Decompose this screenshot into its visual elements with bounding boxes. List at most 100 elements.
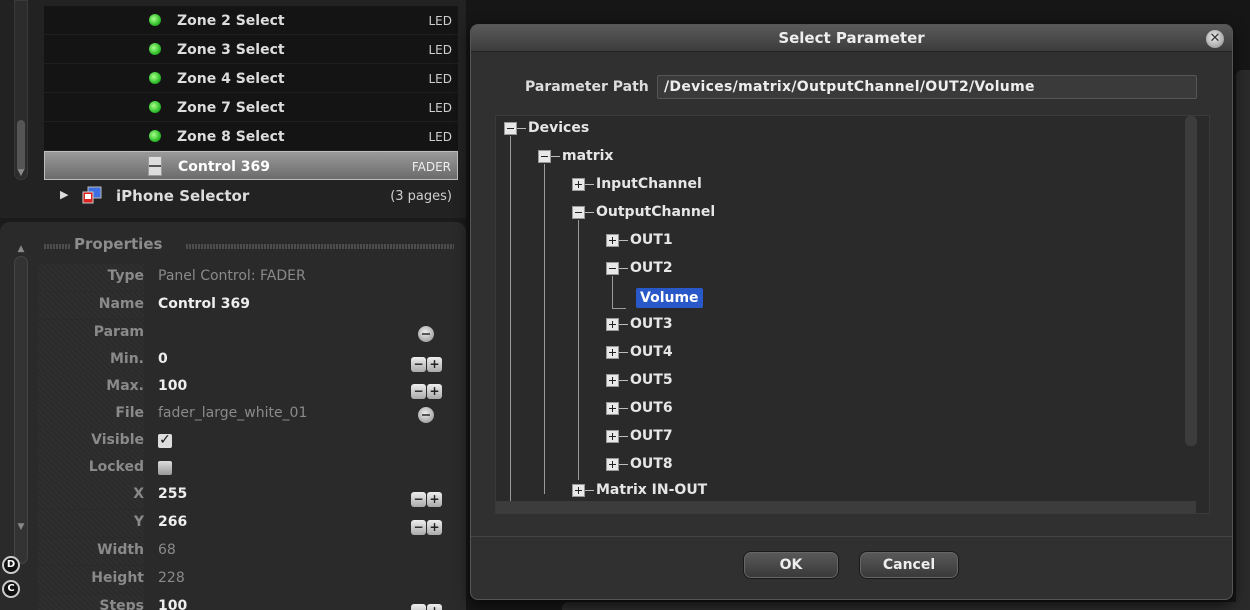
control-list-scroll-thumb[interactable] [17,120,25,172]
tree-node-label: matrix [562,148,614,164]
page-count: (3 pages) [390,189,452,204]
tree-node-label: OUT2 [630,260,673,276]
control-label: Zone 8 Select [177,129,285,145]
tree-node-label: Devices [528,120,590,136]
ok-button[interactable]: OK [743,551,839,579]
dialog-titlebar[interactable]: Select Parameter ✕ [471,25,1232,52]
expand-icon[interactable] [572,178,585,191]
expand-icon[interactable] [606,346,619,359]
expand-icon[interactable] [606,374,619,387]
max-stepper: − + [410,380,444,399]
prop-key: Y [133,514,144,530]
visible-checkbox[interactable]: ✓ [158,433,172,448]
tree-node-label: OutputChannel [596,204,716,220]
page-label: iPhone Selector [116,187,250,205]
decrement-button[interactable]: − [411,604,426,610]
prop-value-steps[interactable]: 100 [158,598,187,610]
increment-button[interactable]: + [427,604,442,610]
decrement-button[interactable]: − [411,520,426,535]
prop-value-x[interactable]: 255 [158,486,187,502]
prop-value-y[interactable]: 266 [158,514,187,530]
collapse-icon[interactable] [538,150,551,163]
led-icon [149,72,161,84]
tree-horizontal-scrollbar[interactable] [496,501,1196,513]
collapse-icon[interactable] [606,262,619,275]
prop-value-name[interactable]: Control 369 [158,296,250,312]
prop-row-min: Min. 0 − + [38,347,458,374]
expand-icon[interactable] [606,458,619,471]
increment-button[interactable]: + [427,357,442,372]
close-icon[interactable]: ✕ [1206,30,1224,48]
steps-stepper: −+ [410,600,444,610]
locked-checkbox[interactable] [158,461,172,475]
tree-node-label: OUT4 [630,344,673,360]
control-label: Zone 3 Select [177,42,285,58]
prop-key: Name [98,296,144,312]
prop-value-min[interactable]: 0 [158,351,168,367]
prop-row-max: Max. 100 − + [38,374,458,401]
parameter-path-field[interactable]: /Devices/matrix/OutputChannel/OUT2/Volum… [657,75,1197,99]
tree-vertical-scrollbar[interactable] [1185,116,1197,446]
expand-triangle-icon[interactable]: ▶ [60,188,68,201]
decrement-button[interactable]: − [411,357,426,372]
tree-node-label: OUT1 [630,232,673,248]
page-row-iphone-selector[interactable]: ▶ iPhone Selector (3 pages) [60,182,458,210]
y-stepper: − + [410,516,444,535]
control-type: LED [428,101,452,115]
prop-row-param: Param [38,320,458,347]
c-badge-icon[interactable]: C [2,580,20,598]
increment-button[interactable]: + [427,520,442,535]
prop-row-visible: Visible ✓ [38,428,458,455]
scroll-up-arrow-icon[interactable]: ▲ [14,244,28,254]
panel-grip [186,244,454,249]
prop-key: Visible [91,432,144,448]
prop-key: Param [93,324,144,340]
control-row-zone-8-select[interactable]: Zone 8 Select LED [44,122,458,151]
control-list-panel: ▼ Zone 2 Select LED Zone 3 Select LED Zo… [0,0,466,218]
properties-scrollbar[interactable] [14,256,28,564]
prop-row-height: Height 228 [38,566,458,593]
control-row-zone-2-select[interactable]: Zone 2 Select LED [44,6,458,35]
expand-icon[interactable] [606,318,619,331]
expand-icon[interactable] [606,430,619,443]
prop-value-file: fader_large_white_01 [158,405,308,421]
decrement-button[interactable]: − [411,492,426,507]
prop-key: X [133,486,144,502]
prop-value-max[interactable]: 100 [158,378,187,394]
control-row-zone-7-select[interactable]: Zone 7 Select LED [44,93,458,122]
x-stepper: − + [410,488,444,507]
select-parameter-dialog: Select Parameter ✕ Parameter Path /Devic… [470,24,1233,600]
decrement-button[interactable]: − [411,384,426,399]
parameter-path-label: Parameter Path [525,79,649,95]
collapse-icon[interactable] [504,122,517,135]
scroll-down-arrow-icon[interactable]: ▼ [14,168,28,180]
prop-value-type: Panel Control: FADER [158,268,306,284]
tree-node-label: OUT6 [630,400,673,416]
tree-node-label: Matrix IN-OUT [596,482,708,498]
parameter-path-value: /Devices/matrix/OutputChannel/OUT2/Volum… [664,79,1035,95]
properties-title: Properties [74,235,163,253]
prop-key: Steps [99,598,144,610]
control-row-control-369[interactable]: Control 369 FADER [44,151,458,180]
increment-button[interactable]: + [427,384,442,399]
d-badge-icon[interactable]: D [2,556,20,574]
properties-panel: Properties ▲ ▼ Type Panel Control: FADER… [0,222,466,610]
expand-icon[interactable] [572,484,585,497]
increment-button[interactable]: + [427,492,442,507]
control-row-zone-3-select[interactable]: Zone 3 Select LED [44,35,458,64]
prop-key: Min. [109,351,144,367]
workspace-panel-edge [562,602,1250,610]
panel-grip [44,244,70,249]
scroll-down-arrow-icon[interactable]: ▼ [14,522,28,532]
expand-icon[interactable] [606,234,619,247]
cancel-button[interactable]: Cancel [859,551,959,579]
expand-icon[interactable] [606,402,619,415]
control-label: Control 369 [178,159,270,175]
prop-value-height: 228 [158,570,185,586]
prop-key: Locked [88,459,144,475]
file-browse-button[interactable] [418,407,434,423]
collapse-icon[interactable] [572,206,585,219]
prop-row-y: Y 266 − + [38,510,458,537]
param-browse-button[interactable] [418,326,434,342]
control-row-zone-4-select[interactable]: Zone 4 Select LED [44,64,458,93]
